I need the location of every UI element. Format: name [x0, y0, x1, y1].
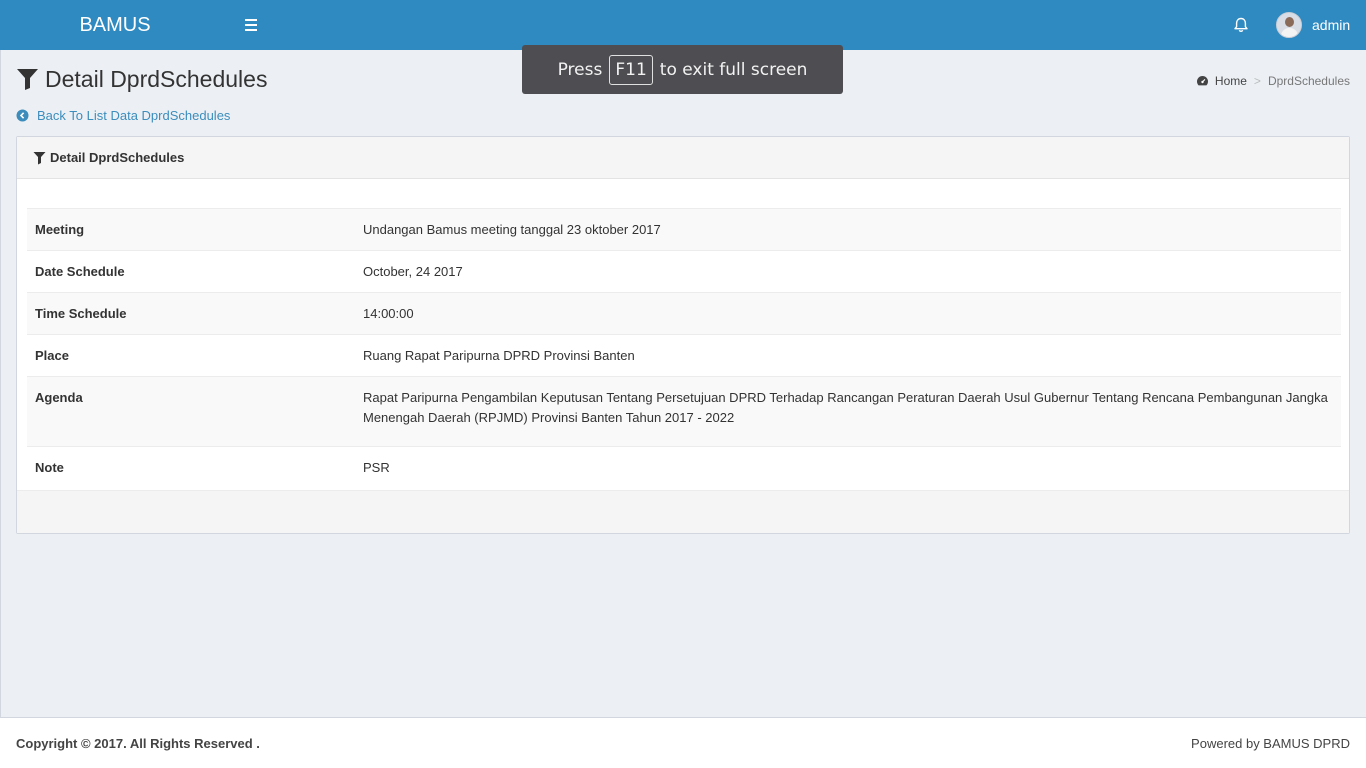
row-value: Ruang Rapat Paripurna DPRD Provinsi Bant…	[363, 348, 635, 363]
filter-icon	[33, 151, 46, 164]
row-label: Agenda	[35, 390, 83, 405]
brand-logo[interactable]: BAMUS	[0, 0, 230, 50]
detail-box: Detail DprdSchedules Meeting Undangan Ba…	[16, 136, 1350, 534]
row-label: Place	[35, 348, 69, 363]
notifications-button[interactable]	[1232, 16, 1250, 34]
fullscreen-notice-before: Press	[557, 59, 603, 80]
table-row: Meeting Undangan Bamus meeting tanggal 2…	[27, 208, 1341, 251]
detail-table: Meeting Undangan Bamus meeting tanggal 2…	[27, 208, 1341, 488]
box-title: Detail DprdSchedules	[50, 150, 185, 165]
user-menu[interactable]: admin	[1276, 12, 1350, 38]
row-value: Rapat Paripurna Pengambilan Keputusan Te…	[363, 390, 1328, 425]
breadcrumb-home[interactable]: Home	[1196, 74, 1247, 88]
sidebar-toggle-button[interactable]	[240, 15, 262, 35]
copyright-text: Copyright © 2017. All Rights Reserved .	[16, 736, 260, 751]
table-row: Note PSR	[27, 446, 1341, 489]
row-value: October, 24 2017	[363, 264, 463, 279]
dashboard-icon	[1196, 76, 1208, 86]
user-name: admin	[1312, 17, 1351, 33]
fullscreen-notice-after: to exit full screen	[659, 59, 808, 80]
f11-key: F11	[609, 54, 653, 85]
page-title-text: Detail DprdSchedules	[45, 65, 268, 92]
box-header: Detail DprdSchedules	[17, 137, 1349, 179]
row-value: 14:00:00	[363, 306, 414, 321]
table-row: Date Schedule October, 24 2017	[27, 250, 1341, 293]
row-value: Undangan Bamus meeting tanggal 23 oktobe…	[363, 222, 661, 237]
hamburger-icon	[245, 19, 257, 21]
row-label: Date Schedule	[35, 264, 125, 279]
back-to-list-label: Back To List Data DprdSchedules	[37, 108, 231, 123]
powered-by-text: Powered by BAMUS DPRD	[1191, 736, 1350, 751]
table-row: Time Schedule 14:00:00	[27, 292, 1341, 335]
box-footer	[17, 490, 1349, 533]
breadcrumb: Home > DprdSchedules	[1196, 74, 1350, 88]
row-value: PSR	[363, 460, 390, 475]
table-row: Place Ruang Rapat Paripurna DPRD Provins…	[27, 334, 1341, 377]
back-to-list-link[interactable]: Back To List Data DprdSchedules	[16, 108, 230, 123]
breadcrumb-home-label: Home	[1214, 74, 1247, 88]
avatar	[1276, 12, 1302, 38]
fullscreen-notice: Press F11 to exit full screen	[522, 45, 843, 94]
table-row: Agenda Rapat Paripurna Pengambilan Keput…	[27, 376, 1341, 447]
page-footer: Copyright © 2017. All Rights Reserved . …	[0, 717, 1366, 768]
top-navbar: BAMUS admin	[0, 0, 1366, 50]
bell-icon	[1234, 17, 1248, 32]
row-label: Meeting	[35, 222, 85, 237]
breadcrumb-current: DprdSchedules	[1267, 74, 1350, 88]
sidebar-edge	[0, 50, 1, 717]
breadcrumb-separator: >	[1253, 74, 1261, 88]
chevron-circle-left-icon	[16, 109, 29, 122]
row-label: Note	[35, 460, 64, 475]
row-label: Time Schedule	[35, 306, 127, 321]
page-title: Detail DprdSchedules	[16, 64, 267, 94]
filter-icon	[17, 69, 38, 90]
